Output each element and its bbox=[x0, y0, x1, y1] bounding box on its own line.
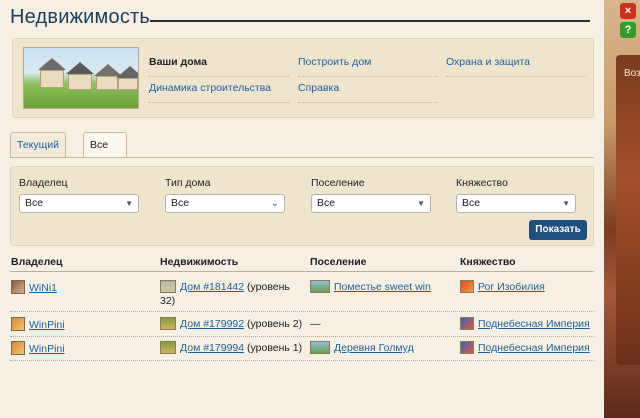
menu-column-2: Построить дом Справка bbox=[298, 53, 438, 105]
principality-link[interactable]: Поднебесная Империя bbox=[478, 342, 590, 354]
property-level: (уровень 2) bbox=[247, 318, 303, 330]
owner-filter-value: Все bbox=[25, 197, 44, 209]
house-type-filter-select[interactable]: Все ⌄ bbox=[165, 194, 285, 213]
owner-link[interactable]: WiNi1 bbox=[29, 282, 57, 294]
menu-construction-dynamics[interactable]: Динамика строительства bbox=[149, 79, 289, 103]
close-button[interactable]: × bbox=[620, 3, 636, 19]
flag-icon bbox=[460, 317, 474, 330]
page: Недвижимость Ваши дома Динамика строител… bbox=[0, 0, 604, 418]
house-wall-2 bbox=[68, 74, 92, 90]
row-divider bbox=[10, 311, 594, 312]
side-panel bbox=[616, 55, 640, 365]
table-row-1-settlement: Поместье sweet win bbox=[310, 280, 431, 294]
table-row-1-principality: Рог Изобилия bbox=[460, 280, 545, 294]
house-roof-1 bbox=[38, 58, 66, 70]
house-roof-4 bbox=[116, 66, 138, 78]
house-type-filter-label: Тип дома bbox=[165, 177, 211, 189]
owner-filter-select[interactable]: Все ▼ bbox=[19, 194, 139, 213]
principality-link[interactable]: Поднебесная Империя bbox=[478, 318, 590, 330]
title-rule bbox=[150, 20, 590, 22]
table-row-3-settlement: Деревня Голмуд bbox=[310, 341, 414, 355]
avatar bbox=[11, 317, 25, 331]
avatar bbox=[11, 341, 25, 355]
principality-filter-select[interactable]: Все ▼ bbox=[456, 194, 576, 213]
table-row-3-owner: WinPini bbox=[11, 341, 65, 356]
menu-column-3: Охрана и защита bbox=[446, 53, 586, 79]
houses-illustration bbox=[23, 47, 139, 109]
menu-help[interactable]: Справка bbox=[298, 79, 438, 103]
filter-box: Владелец Все ▼ Тип дома Все ⌄ Поселение … bbox=[10, 166, 594, 246]
property-level: (уровень 1) bbox=[247, 342, 303, 354]
chevron-down-icon: ▼ bbox=[562, 199, 570, 208]
avatar bbox=[11, 280, 25, 294]
house-roof-2 bbox=[66, 62, 94, 74]
principality-link[interactable]: Рог Изобилия bbox=[478, 281, 545, 293]
page-title: Недвижимость bbox=[10, 6, 150, 28]
table-row-2-owner: WinPini bbox=[11, 317, 65, 332]
landscape-icon bbox=[310, 341, 330, 354]
table-row-3-property: Дом #179994 (уровень 1) bbox=[160, 341, 302, 355]
settlement-link[interactable]: Поместье sweet win bbox=[334, 281, 431, 293]
table-row-2-property: Дом #179992 (уровень 2) bbox=[160, 317, 302, 331]
owner-filter-label: Владелец bbox=[19, 177, 68, 189]
house-icon bbox=[160, 341, 176, 354]
help-button[interactable]: ? bbox=[620, 22, 636, 38]
col-header-settlement: Поселение bbox=[310, 256, 367, 268]
col-header-property: Недвижимость bbox=[160, 256, 239, 268]
menu-column-1: Ваши дома Динамика строительства bbox=[149, 53, 289, 105]
house-wall-1 bbox=[40, 70, 64, 88]
house-icon bbox=[160, 280, 176, 293]
side-panel-text: Воз bbox=[624, 68, 640, 79]
table-row-2-principality: Поднебесная Империя bbox=[460, 317, 590, 331]
property-level: (уровень bbox=[247, 281, 290, 293]
property-link[interactable]: Дом #179992 bbox=[180, 318, 244, 330]
col-header-principality: Княжество bbox=[460, 256, 516, 268]
table-row-2-settlement: — bbox=[310, 318, 321, 330]
principality-filter-value: Все bbox=[462, 197, 481, 209]
table-header-divider bbox=[10, 271, 594, 272]
settlement-filter-select[interactable]: Все ▼ bbox=[311, 194, 431, 213]
chevron-down-icon: ▼ bbox=[125, 199, 133, 208]
table-row-1-owner: WiNi1 bbox=[11, 280, 57, 295]
table-row-1-property: Дом #181442 (уровень 32) bbox=[160, 280, 305, 308]
house-type-filter-value: Все bbox=[171, 197, 190, 209]
houses-menu-box: Ваши дома Динамика строительства Построи… bbox=[12, 38, 594, 118]
flag-icon bbox=[460, 341, 474, 354]
table-row-3-principality: Поднебесная Империя bbox=[460, 341, 590, 355]
house-wall-4 bbox=[118, 78, 138, 90]
menu-build-house[interactable]: Построить дом bbox=[298, 53, 438, 77]
owner-link[interactable]: WinPini bbox=[29, 343, 65, 355]
right-decor-strip: Воз bbox=[604, 0, 640, 418]
settlement-filter-value: Все bbox=[317, 197, 336, 209]
settlement-link[interactable]: Деревня Голмуд bbox=[334, 342, 414, 354]
principality-filter-label: Княжество bbox=[456, 177, 508, 189]
house-wall-3 bbox=[96, 76, 118, 90]
chevron-down-icon: ▼ bbox=[417, 199, 425, 208]
chevron-down-icon: ⌄ bbox=[270, 198, 279, 209]
tabs-underline bbox=[10, 157, 594, 158]
property-link[interactable]: Дом #179994 bbox=[180, 342, 244, 354]
flag-icon bbox=[460, 280, 474, 293]
property-level-cont: 32) bbox=[160, 295, 176, 307]
row-divider bbox=[10, 336, 594, 337]
property-link[interactable]: Дом #181442 bbox=[180, 281, 244, 293]
show-button[interactable]: Показать bbox=[529, 220, 587, 240]
row-divider bbox=[10, 360, 594, 361]
tab-current-clone[interactable]: Текущий клон bbox=[10, 132, 66, 175]
menu-guard-protection[interactable]: Охрана и защита bbox=[446, 53, 586, 77]
house-icon bbox=[160, 317, 176, 330]
landscape-icon bbox=[310, 280, 330, 293]
menu-your-houses[interactable]: Ваши дома bbox=[149, 53, 289, 77]
tab-all-clones[interactable]: Все клоны bbox=[83, 132, 128, 175]
owner-link[interactable]: WinPini bbox=[29, 319, 65, 331]
col-header-owner: Владелец bbox=[11, 256, 63, 268]
settlement-filter-label: Поселение bbox=[311, 177, 365, 189]
